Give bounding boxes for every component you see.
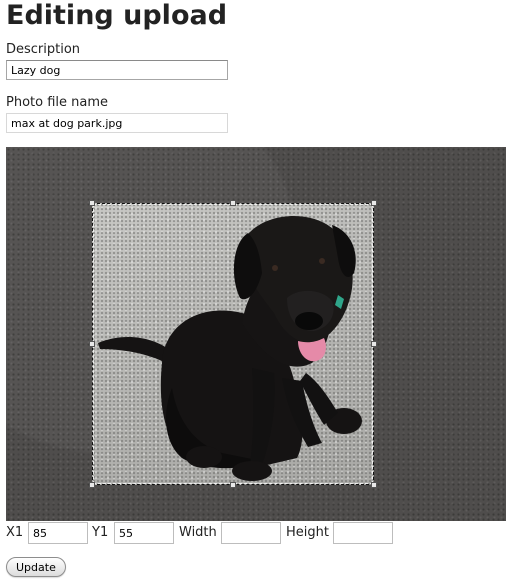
crop-handle-left[interactable] [89, 341, 95, 347]
page-title: Editing upload [6, 0, 228, 31]
crop-area[interactable] [6, 147, 506, 521]
description-input[interactable] [6, 60, 228, 80]
width-label: Width [179, 525, 217, 540]
height-input[interactable] [333, 522, 393, 544]
crop-handle-top-left[interactable] [89, 200, 95, 206]
crop-selection-border[interactable] [92, 203, 374, 485]
photo-file-name-label: Photo file name [6, 95, 109, 110]
update-button[interactable]: Update [6, 557, 66, 577]
crop-handle-top[interactable] [230, 200, 236, 206]
x1-input[interactable] [28, 522, 88, 544]
x1-label: X1 [6, 525, 24, 540]
crop-handle-bottom[interactable] [230, 482, 236, 488]
height-label: Height [286, 525, 329, 540]
crop-handle-bottom-right[interactable] [371, 482, 377, 488]
y1-input[interactable] [114, 522, 174, 544]
crop-handle-bottom-left[interactable] [89, 482, 95, 488]
photo-file-name-input[interactable] [6, 113, 228, 133]
y1-label: Y1 [92, 525, 109, 540]
width-input[interactable] [221, 522, 281, 544]
crop-handle-right[interactable] [371, 341, 377, 347]
description-label: Description [6, 42, 81, 57]
crop-coordinates: X1 Y1 Width Height [6, 521, 406, 545]
crop-handle-top-right[interactable] [371, 200, 377, 206]
